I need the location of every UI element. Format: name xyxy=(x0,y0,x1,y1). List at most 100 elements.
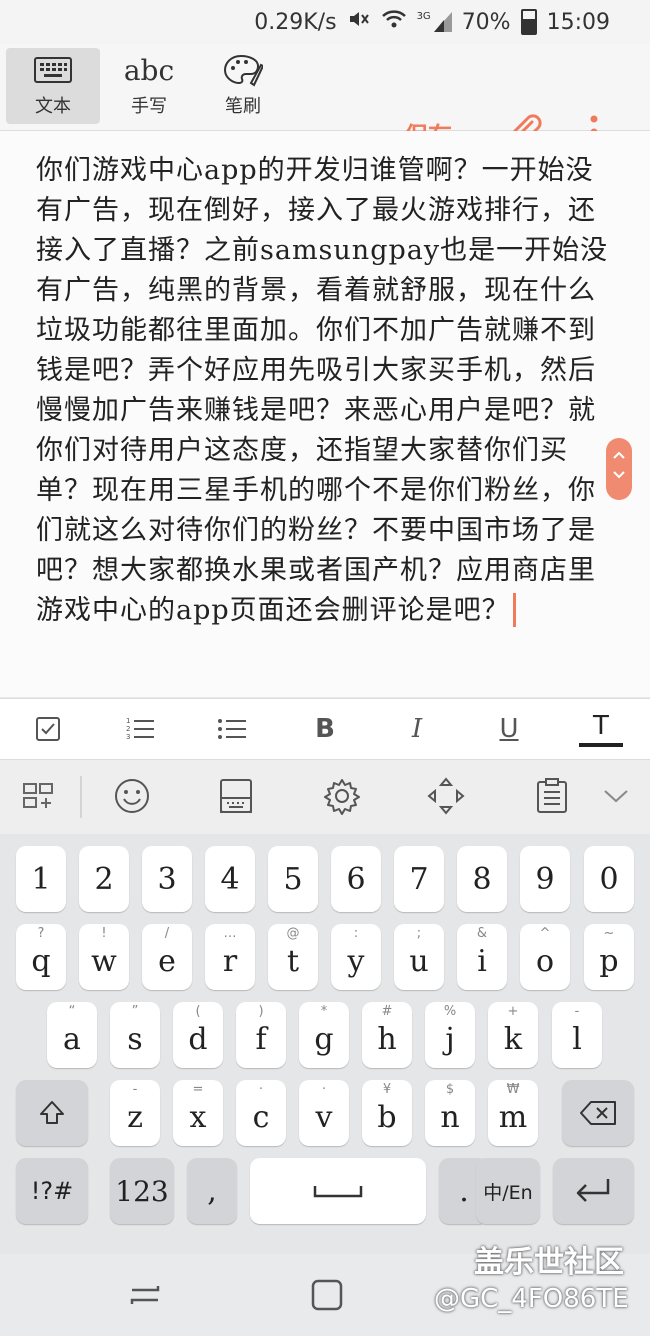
key-hint: * xyxy=(320,1004,328,1019)
key-e[interactable]: / e xyxy=(142,924,192,990)
collapse-keyboard-icon[interactable] xyxy=(592,774,640,818)
key-hint: · xyxy=(321,1082,327,1097)
key-j[interactable]: % j xyxy=(425,1002,475,1068)
bullet-list-icon[interactable] xyxy=(210,709,254,749)
key-5[interactable]: 5 xyxy=(268,846,318,912)
key-label: a xyxy=(63,1021,81,1057)
shift-arrow-icon xyxy=(40,1101,64,1124)
key-a[interactable]: “a xyxy=(47,1002,97,1068)
key-label: q xyxy=(31,943,51,979)
key-0[interactable]: 0 xyxy=(584,846,634,912)
keyboard: 1 2 3 4 5 6 7 8 9 0 ? q ! w / e … r @ t :y ; u… xyxy=(0,834,650,1254)
key-hint: - xyxy=(574,1004,580,1019)
key-z[interactable]: -z xyxy=(110,1080,160,1146)
tool-brush[interactable]: 笔刷 xyxy=(196,48,290,124)
tool-text[interactable]: 文本 xyxy=(6,48,100,124)
key-label: c xyxy=(252,1099,270,1135)
tool-handwriting[interactable]: abc 手写 xyxy=(102,48,196,124)
wifi-icon xyxy=(381,8,407,36)
key-r[interactable]: … r xyxy=(205,924,255,990)
key-label: z xyxy=(127,1099,143,1135)
key-label: k xyxy=(503,1021,523,1057)
apps-grid-icon[interactable] xyxy=(16,774,64,818)
key-d[interactable]: (d xyxy=(173,1002,223,1068)
key-label: 3 xyxy=(157,861,177,897)
emoji-icon[interactable] xyxy=(108,774,156,818)
key-p[interactable]: ~ p xyxy=(584,924,634,990)
key-label: 7 xyxy=(409,861,429,897)
key-label: 9 xyxy=(535,861,555,897)
key-i[interactable]: & i xyxy=(457,924,507,990)
key-w[interactable]: ! w xyxy=(79,924,129,990)
home-icon[interactable] xyxy=(310,1278,344,1316)
key-x[interactable]: = x xyxy=(173,1080,223,1146)
note-content: 你们游戏中心app的开发归谁管啊？一开始没有广告，现在倒好，接入了最火游戏排行，… xyxy=(36,155,609,626)
recents-icon[interactable] xyxy=(128,1280,162,1314)
status-bar: 0.29K/s 3G 70% 15:09 xyxy=(0,0,650,44)
numbers-key[interactable]: 123 xyxy=(110,1158,174,1224)
key-f[interactable]: ) f xyxy=(236,1002,286,1068)
space-key[interactable] xyxy=(250,1158,426,1224)
note-text[interactable]: 你们游戏中心app的开发归谁管啊？一开始没有广告，现在倒好，接入了最火游戏排行，… xyxy=(36,151,611,631)
key-label: x xyxy=(189,1099,207,1135)
key-hint: % xyxy=(443,1004,457,1019)
bold-icon[interactable]: B xyxy=(303,709,347,749)
key-7[interactable]: 7 xyxy=(394,846,444,912)
key-q[interactable]: ? q xyxy=(16,924,66,990)
key-h[interactable]: # h xyxy=(362,1002,412,1068)
key-l[interactable]: -l xyxy=(552,1002,602,1068)
key-s[interactable]: ” s xyxy=(110,1002,160,1068)
language-switch-key[interactable]: 中/En xyxy=(476,1158,540,1224)
italic-icon[interactable]: I xyxy=(395,709,439,749)
key-label: m xyxy=(498,1099,528,1135)
key-label: t xyxy=(286,943,300,979)
checkbox-icon[interactable] xyxy=(26,709,70,749)
underline-icon[interactable]: U xyxy=(487,709,531,749)
key-u[interactable]: ; u xyxy=(394,924,444,990)
keyboard-icon xyxy=(6,48,100,92)
watermark-id: @GC_4FO86TE xyxy=(434,1284,629,1314)
key-6[interactable]: 6 xyxy=(331,846,381,912)
backspace-key[interactable] xyxy=(562,1080,634,1146)
clipboard-icon[interactable] xyxy=(528,774,576,818)
shift-key[interactable] xyxy=(16,1080,88,1146)
scroll-handle[interactable] xyxy=(606,438,632,500)
keyboard-mode-icon[interactable] xyxy=(212,774,260,818)
key-hint: $ xyxy=(445,1082,455,1097)
key-label: y xyxy=(347,943,365,979)
symbols-key[interactable]: !?# xyxy=(16,1158,88,1224)
key-hint: “ xyxy=(68,1004,76,1019)
key-9[interactable]: 9 xyxy=(520,846,570,912)
key-hint: ¥ xyxy=(382,1082,392,1097)
key-t[interactable]: @ t xyxy=(268,924,318,990)
space-bar-icon xyxy=(313,1186,363,1198)
numbered-list-icon[interactable]: 123 xyxy=(118,709,162,749)
key-c[interactable]: · c xyxy=(236,1080,286,1146)
key-hint: - xyxy=(132,1082,138,1097)
key-b[interactable]: ¥ b xyxy=(362,1080,412,1146)
key-o[interactable]: ^ o xyxy=(520,924,570,990)
key-y[interactable]: :y xyxy=(331,924,381,990)
tool-text-label: 文本 xyxy=(35,96,71,117)
text-color-icon[interactable]: T xyxy=(579,709,623,747)
key-2[interactable]: 2 xyxy=(79,846,129,912)
enter-key[interactable] xyxy=(553,1158,634,1224)
comma-key[interactable]: , xyxy=(187,1158,237,1224)
text-cursor xyxy=(512,593,516,627)
key-hint: ₩ xyxy=(506,1082,520,1097)
key-8[interactable]: 8 xyxy=(457,846,507,912)
battery-icon xyxy=(520,9,537,35)
key-3[interactable]: 3 xyxy=(142,846,192,912)
note-editor[interactable]: 你们游戏中心app的开发归谁管啊？一开始没有广告，现在倒好，接入了最火游戏排行，… xyxy=(0,131,650,697)
key-m[interactable]: ₩ m xyxy=(488,1080,538,1146)
key-label: w xyxy=(91,943,117,979)
gear-icon[interactable] xyxy=(318,774,366,818)
key-g[interactable]: * g xyxy=(299,1002,349,1068)
key-v[interactable]: · v xyxy=(299,1080,349,1146)
key-1[interactable]: 1 xyxy=(16,846,66,912)
key-n[interactable]: $ n xyxy=(425,1080,475,1146)
cursor-move-icon[interactable] xyxy=(422,774,470,818)
key-hint: ; xyxy=(416,926,422,941)
key-4[interactable]: 4 xyxy=(205,846,255,912)
key-k[interactable]: + k xyxy=(488,1002,538,1068)
